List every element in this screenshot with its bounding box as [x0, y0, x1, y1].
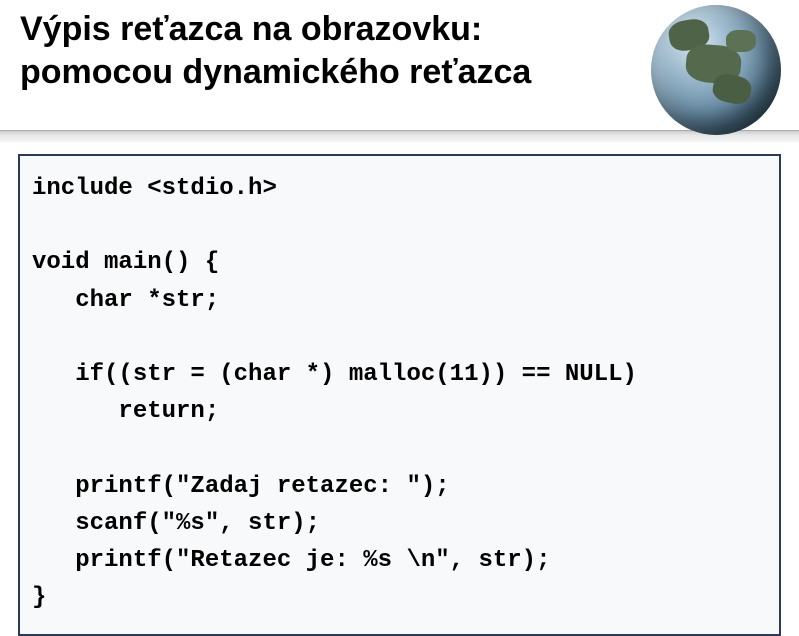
slide-body: include <stdio.h> void main() { char *st…	[0, 142, 799, 636]
title-line-2: pomocou dynamického reťazca	[20, 53, 531, 91]
code-line: include <stdio.h>	[32, 175, 277, 202]
code-line: void main() {	[32, 249, 219, 276]
code-line: return;	[32, 398, 219, 425]
title-line-1: Výpis reťazca na obrazovku:	[20, 10, 482, 48]
slide-header: Výpis reťazca na obrazovku: pomocou dyna…	[0, 0, 799, 130]
code-line: printf("Zadaj retazec: ");	[32, 473, 450, 500]
code-line: char *str;	[32, 287, 219, 314]
code-line: if((str = (char *) malloc(11)) == NULL)	[32, 361, 637, 388]
code-line: scanf("%s", str);	[32, 510, 320, 537]
earth-globe-icon	[651, 5, 781, 135]
code-block: include <stdio.h> void main() { char *st…	[18, 154, 781, 636]
slide-title: Výpis reťazca na obrazovku: pomocou dyna…	[20, 8, 590, 93]
code-line: printf("Retazec je: %s \n", str);	[32, 547, 550, 574]
